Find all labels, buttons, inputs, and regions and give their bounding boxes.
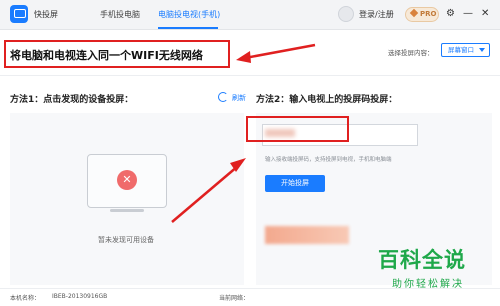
arrow-head-headline (236, 51, 251, 63)
method1-title: 方法1：点击发现的设备投屏： (10, 95, 134, 105)
device-name-label: 本机名称： (10, 295, 41, 302)
pro-label: PRO (420, 10, 437, 18)
active-tab-indicator (158, 27, 218, 29)
app-name: 快投屏 (34, 10, 58, 19)
avatar[interactable] (338, 6, 354, 22)
monitor-stand (110, 209, 144, 212)
app-logo-icon (10, 5, 28, 23)
close-icon[interactable]: ✕ (481, 8, 489, 20)
login-link[interactable]: 登录/注册 (359, 9, 394, 20)
diamond-icon (409, 8, 419, 18)
pro-badge[interactable]: PRO (405, 7, 439, 22)
refresh-icon[interactable] (218, 92, 228, 102)
divider (0, 75, 500, 76)
watermark-slogan: 助你轻松解决 (392, 279, 464, 290)
minimize-icon[interactable]: — (463, 8, 473, 20)
arrow-to-headline (244, 43, 316, 60)
device-name-value: IBEB-20130916GB (52, 293, 108, 300)
projection-content-select[interactable]: 屏幕窗口 (441, 43, 490, 57)
watermark-logo: 百科全说 (378, 248, 466, 272)
projection-content-value: 屏幕窗口 (448, 46, 474, 54)
error-x-icon: ✕ (117, 170, 137, 190)
chevron-down-icon (479, 48, 485, 52)
start-cast-button[interactable]: 开始投屏 (265, 175, 325, 192)
blurred-region (265, 226, 349, 244)
settings-icon[interactable]: ⚙ (446, 8, 455, 20)
tab-phone-to-pc[interactable]: 手机投电脑 (100, 9, 140, 20)
method2-title: 方法2：输入电视上的投屏码投屏： (256, 95, 398, 105)
refresh-link[interactable]: 刷新 (232, 93, 246, 103)
network-label: 当前网络： (219, 295, 250, 302)
annotation-headline: 将电脑和电视连入同一个WIFI无线网络 (10, 49, 203, 62)
cast-code-hint: 输入接收端投屏码，支持投屏到电视，手机和电脑端 (265, 157, 392, 163)
tab-pc-to-tv[interactable]: 电脑投电视(手机) (158, 9, 220, 20)
projection-content-label: 选择投屏内容： (388, 49, 434, 57)
no-device-text: 暂未发现可用设备 (98, 236, 154, 244)
annotation-box-input (246, 116, 349, 142)
